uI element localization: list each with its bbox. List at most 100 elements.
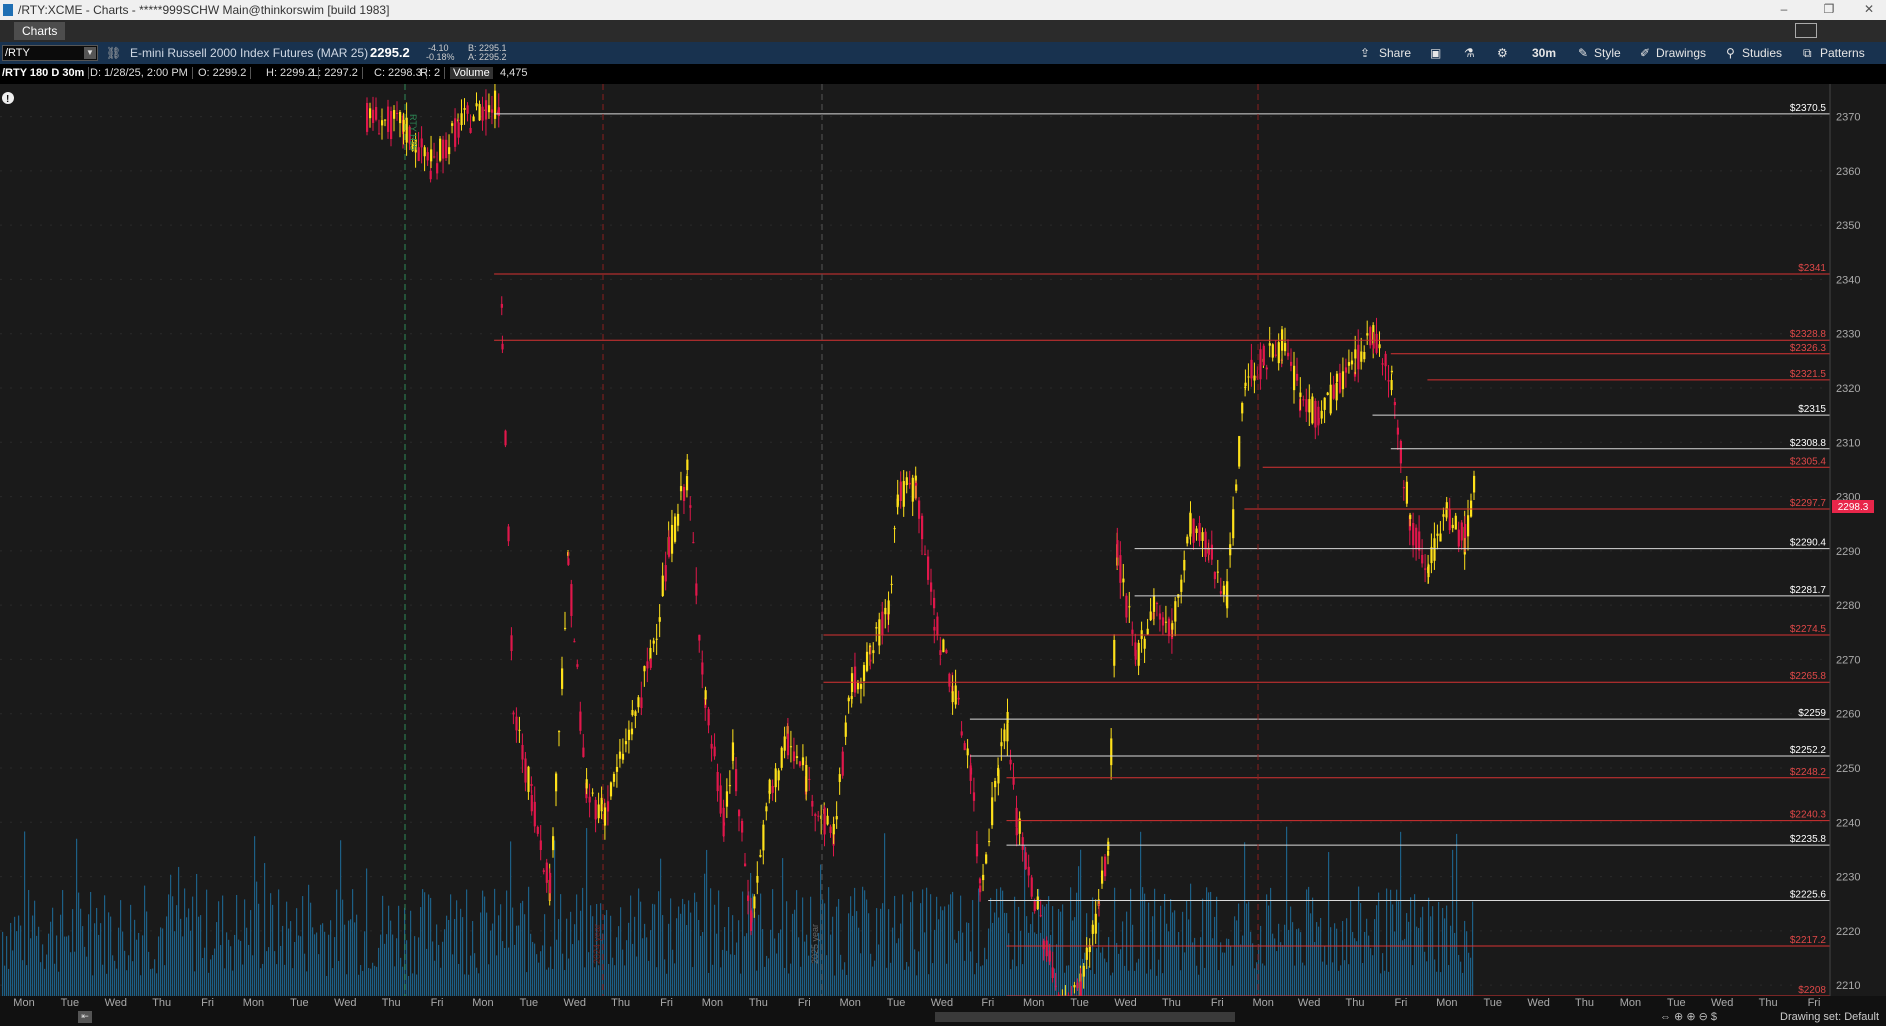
volume-bar bbox=[552, 968, 554, 996]
volume-bar bbox=[1250, 931, 1252, 996]
volume-bar bbox=[486, 912, 488, 996]
chevron-down-icon[interactable]: ▼ bbox=[84, 47, 96, 59]
studies-button[interactable]: Studies bbox=[1742, 46, 1782, 60]
candle-body bbox=[448, 147, 451, 155]
volume-bar bbox=[1284, 924, 1286, 996]
volume-bar bbox=[1442, 907, 1444, 996]
y-tick-label: 2270 bbox=[1836, 654, 1860, 666]
volume-bar bbox=[974, 974, 976, 996]
volume-bar bbox=[856, 911, 858, 996]
patterns-icon[interactable]: ⧉ bbox=[1803, 46, 1812, 61]
volume-bar bbox=[786, 901, 788, 996]
volume-bar bbox=[556, 939, 558, 996]
candle-body bbox=[911, 477, 914, 502]
volume-bar bbox=[630, 895, 632, 996]
candle-body bbox=[1104, 856, 1107, 877]
volume-bar bbox=[930, 894, 932, 996]
style-icon[interactable]: ✎ bbox=[1578, 46, 1588, 60]
volume-bar bbox=[910, 902, 912, 996]
volume-bar bbox=[382, 895, 384, 996]
candle-body bbox=[384, 119, 387, 121]
volume-bar bbox=[606, 910, 608, 996]
candle-body bbox=[1409, 514, 1412, 520]
candle-body bbox=[1268, 343, 1271, 346]
volume-bar bbox=[346, 974, 348, 996]
chart-header[interactable]: /RTY 180 D 30m bbox=[2, 67, 90, 79]
style-button[interactable]: Style bbox=[1594, 46, 1621, 60]
chart-scrollbar[interactable] bbox=[935, 1012, 1235, 1022]
patterns-button[interactable]: Patterns bbox=[1820, 46, 1865, 60]
volume-bar bbox=[308, 884, 310, 996]
candle-body bbox=[801, 757, 805, 766]
candle-body bbox=[1473, 475, 1476, 493]
candle-body bbox=[1375, 333, 1378, 353]
candle-body bbox=[378, 133, 381, 135]
volume-bar bbox=[858, 927, 860, 996]
candle-body bbox=[1003, 729, 1006, 742]
studies-icon[interactable]: ⚲ bbox=[1726, 46, 1735, 60]
window-title: /RTY:XCME - Charts - *****999SCHW Main@t… bbox=[18, 3, 390, 17]
volume-bar bbox=[1120, 949, 1122, 996]
quick-chart-icon[interactable]: ▣ bbox=[1430, 46, 1441, 60]
volume-bar bbox=[276, 964, 278, 996]
candle-body bbox=[1250, 359, 1253, 379]
layout-icon[interactable] bbox=[1795, 23, 1817, 38]
x-tick-label: Tue bbox=[1667, 997, 1686, 1008]
drawings-icon[interactable]: ✐ bbox=[1640, 46, 1650, 60]
x-tick-label: Mon bbox=[13, 997, 34, 1008]
volume-bar bbox=[1054, 968, 1056, 996]
candle-body bbox=[504, 430, 507, 446]
candle-body bbox=[634, 711, 637, 716]
volume-bar bbox=[1304, 965, 1306, 996]
volume-bar bbox=[1186, 900, 1188, 996]
gear-icon[interactable]: ⚙ bbox=[1497, 46, 1508, 60]
volume-bar bbox=[1458, 954, 1460, 996]
pan-zoom-icon[interactable]: ⇔ ⊕ ⊕ ⊖ $ bbox=[1660, 1010, 1717, 1023]
share-icon[interactable]: ⇪ bbox=[1360, 46, 1370, 60]
volume-bar bbox=[1012, 959, 1014, 996]
volume-bar bbox=[968, 923, 970, 996]
price-chart[interactable]: $2370.5 $2341 $2328.8 $2326.3 $2321.5 $2315 $2… bbox=[0, 84, 1886, 1008]
candle-body bbox=[1241, 403, 1244, 414]
y-tick-label: 2230 bbox=[1836, 872, 1860, 884]
volume-bar bbox=[224, 968, 226, 996]
volume-bar bbox=[462, 917, 464, 996]
candle-body bbox=[1262, 345, 1265, 366]
volume-bar bbox=[756, 970, 758, 996]
candle-body bbox=[975, 843, 979, 857]
volume-bar bbox=[724, 926, 726, 996]
tab-charts[interactable]: Charts bbox=[14, 22, 66, 40]
candle-body bbox=[1000, 742, 1003, 747]
link-icon[interactable]: ⛓ bbox=[106, 46, 121, 60]
candle-body bbox=[576, 664, 579, 667]
candle-body bbox=[1198, 523, 1201, 541]
volume-bar bbox=[142, 935, 144, 996]
volume-bar bbox=[52, 907, 54, 996]
candle-body bbox=[533, 801, 536, 827]
volume-bar bbox=[322, 923, 324, 996]
drawings-button[interactable]: Drawings bbox=[1656, 46, 1706, 60]
volume-bar bbox=[1138, 958, 1140, 996]
candle-body bbox=[396, 112, 399, 114]
candle-body bbox=[817, 815, 820, 817]
chart-toolbar: /RTY ▼ ⛓ E-mini Russell 2000 Index Futur… bbox=[0, 42, 1886, 64]
restore-button[interactable]: ❐ bbox=[1815, 2, 1843, 18]
volume-bar bbox=[670, 898, 672, 996]
close-button[interactable]: ✕ bbox=[1855, 2, 1883, 18]
candle-body bbox=[1033, 900, 1036, 912]
x-tick-label: Wed bbox=[1527, 997, 1549, 1008]
flask-icon[interactable]: ⚗ bbox=[1464, 46, 1475, 60]
scroll-to-start-icon[interactable]: ⇤ bbox=[78, 1011, 92, 1023]
volume-bar bbox=[990, 897, 992, 996]
timeframe-button[interactable]: 30m bbox=[1532, 46, 1556, 60]
volume-bar bbox=[754, 912, 756, 996]
minimize-button[interactable]: – bbox=[1770, 2, 1798, 18]
candle-body bbox=[795, 756, 799, 758]
volume-bar bbox=[264, 863, 266, 996]
candle-body bbox=[1467, 515, 1470, 537]
volume-label[interactable]: Volume bbox=[450, 67, 493, 79]
candle-body bbox=[969, 767, 973, 775]
volume-bar bbox=[192, 896, 194, 996]
share-button[interactable]: Share bbox=[1379, 46, 1411, 60]
candle-body bbox=[1189, 513, 1192, 534]
